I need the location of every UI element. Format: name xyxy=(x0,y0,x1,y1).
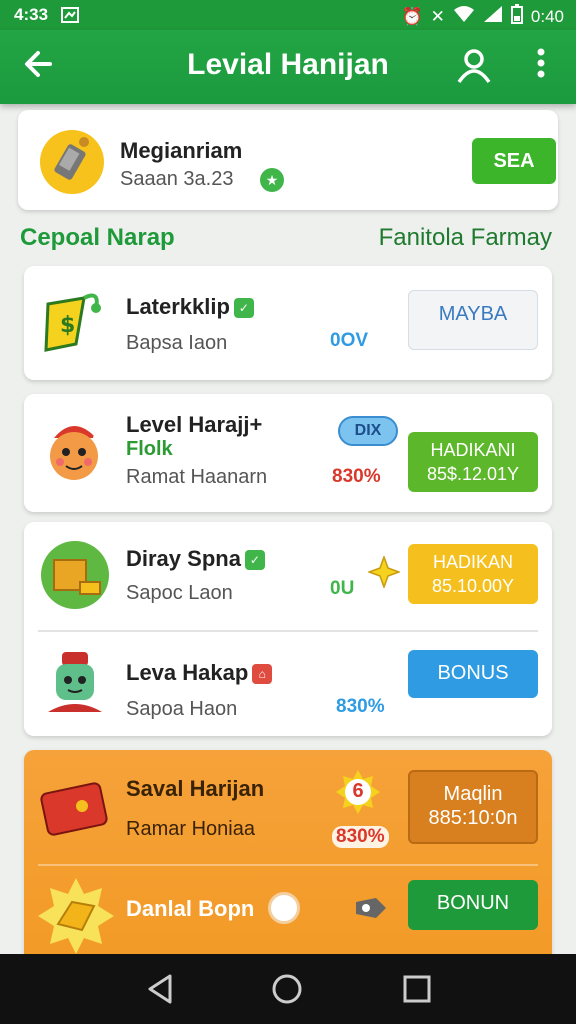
item-button[interactable]: Maqlin 885:10:0n xyxy=(408,770,538,844)
mascot-icon xyxy=(38,414,112,488)
item-name: Leva Hakap ⌂ xyxy=(126,660,273,686)
item-button[interactable]: BONUS xyxy=(408,650,538,698)
alarm-icon: ⏰ xyxy=(401,6,423,26)
featured-card[interactable]: Megianriam Saaan 3a.23 ★ SEA xyxy=(18,110,558,210)
button-line-2: 85$.12.01Y xyxy=(426,464,520,484)
item-sub: Sapoa Haon xyxy=(126,698,238,720)
item-name: Danlal Bopn xyxy=(126,896,255,921)
box-icon xyxy=(38,538,112,612)
item-button[interactable]: BONUN xyxy=(408,880,538,930)
item-stat: 0U xyxy=(330,578,355,599)
item-name: Diray Spna ✓ xyxy=(126,546,265,572)
more-menu-icon[interactable] xyxy=(528,46,554,86)
section-title-left: Cepoal Narap xyxy=(20,224,175,251)
notification-icon xyxy=(60,5,80,30)
verified-icon: ✓ xyxy=(233,298,254,319)
signal-icon xyxy=(483,5,503,28)
vibrate-icon: ✕ xyxy=(430,6,445,26)
item-pill: DIX xyxy=(338,416,398,446)
section-title-right[interactable]: Fanitola Farmay xyxy=(379,224,552,252)
featured-badge-icon: ★ xyxy=(260,168,284,192)
item-button[interactable]: HADIKANI 85$.12.01Y xyxy=(408,432,538,492)
button-line-1: HADIKAN xyxy=(432,552,513,572)
item-button[interactable]: HADIKAN 85.10.00Y xyxy=(408,544,538,604)
list-item[interactable]: Level Harajj+ Flolk Ramat Haanarn DIX 83… xyxy=(24,394,552,512)
wifi-icon xyxy=(453,5,475,28)
item-stat: 830% xyxy=(332,466,381,487)
clock-text: 0:40 xyxy=(530,6,564,26)
verified-icon: ✓ xyxy=(244,550,265,571)
profile-icon[interactable] xyxy=(454,46,494,86)
item-name: Level Harajj+ xyxy=(126,412,263,437)
button-line-2: 885:10:0n xyxy=(428,807,518,829)
featured-sub: Saaan 3a.23 xyxy=(120,168,234,190)
button-line-1: Maqlin xyxy=(443,783,503,805)
money-flag-icon: $ xyxy=(38,284,112,358)
burst-badge-icon: 6 xyxy=(336,770,380,814)
button-line-2: 85.10.00Y xyxy=(431,576,515,596)
item-stat: 830% xyxy=(336,696,385,717)
featured-button[interactable]: SEA xyxy=(472,138,556,184)
badge-number: 6 xyxy=(352,780,364,802)
back-triangle-icon[interactable] xyxy=(144,972,178,1006)
status-bar: 4:33 ⏰ ✕ 0:40 xyxy=(0,0,576,30)
list-item[interactable]: $ Laterkklip ✓ Bapsa Iaon 0OV MAYBA xyxy=(24,266,552,380)
item-sub: Bapsa Iaon xyxy=(126,332,228,354)
item-sub: Sapoc Laon xyxy=(126,582,233,604)
item-name: Laterkklip ✓ xyxy=(126,294,254,320)
home-icon: ⌂ xyxy=(252,664,273,685)
item-stat: 830% xyxy=(332,826,389,848)
status-time: 4:33 xyxy=(14,5,49,24)
gold-bar-icon xyxy=(36,876,114,954)
home-circle-icon[interactable] xyxy=(270,972,304,1006)
app-bar: Levial Hanijan xyxy=(0,30,576,104)
sparkle-icon xyxy=(366,554,402,593)
list-group: Saval Harijan Ramar Honiaa 6 830% Maqlin… xyxy=(24,750,552,954)
divider xyxy=(38,630,538,632)
divider xyxy=(38,864,538,866)
robot-mascot-icon xyxy=(38,646,112,720)
recents-square-icon[interactable] xyxy=(400,972,434,1006)
item-name: Saval Harijan xyxy=(126,776,265,801)
battery-icon xyxy=(510,4,523,29)
item-sub: Ramar Honiaa xyxy=(126,818,255,840)
item-extra: Flolk xyxy=(126,438,173,460)
button-line-1: HADIKANI xyxy=(430,440,516,460)
system-nav-bar xyxy=(0,954,576,1024)
item-stat: 0OV xyxy=(330,330,369,351)
content-area[interactable]: Megianriam Saaan 3a.23 ★ SEA Cepoal Nara… xyxy=(0,104,576,954)
list-group: Diray Spna ✓ Sapoc Laon 0U HADIKAN 85.10.… xyxy=(24,522,552,736)
featured-name: Megianriam xyxy=(120,138,243,163)
item-sub: Ramat Haanarn xyxy=(126,466,268,488)
svg-text:$: $ xyxy=(60,313,75,338)
info-badge-icon xyxy=(268,892,300,924)
tag-icon xyxy=(354,894,388,927)
item-button[interactable]: MAYBA xyxy=(408,290,538,350)
wallet-icon xyxy=(38,768,112,842)
featured-trophy-icon xyxy=(38,128,106,196)
